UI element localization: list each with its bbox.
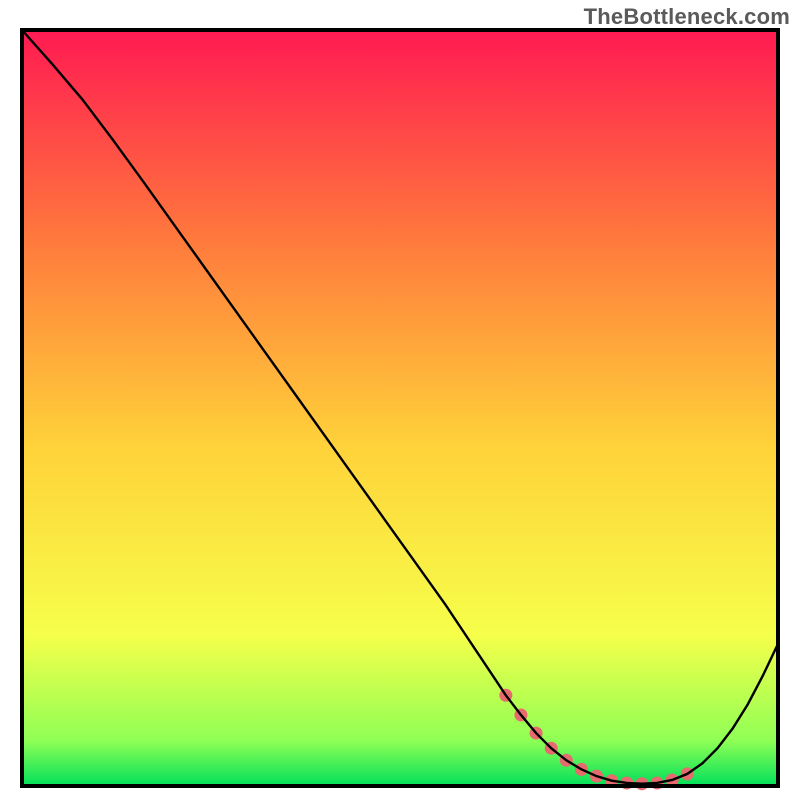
plot-background [22, 30, 778, 786]
watermark: TheBottleneck.com [584, 4, 790, 30]
chart-stage: TheBottleneck.com [0, 0, 800, 800]
bottleneck-chart [0, 0, 800, 800]
